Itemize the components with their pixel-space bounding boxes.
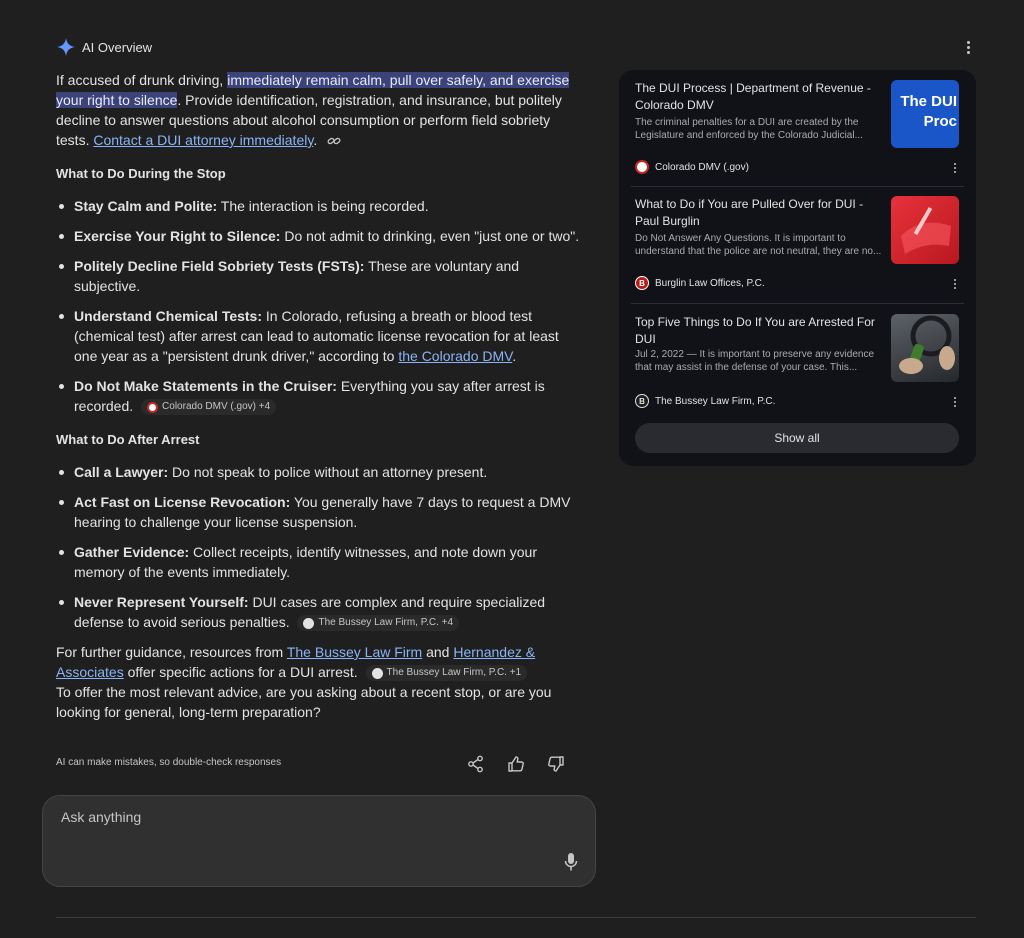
list-item: Understand Chemical Tests: In Colorado, … bbox=[56, 306, 586, 366]
list-item: Stay Calm and Polite: The interaction is… bbox=[56, 196, 586, 216]
list-item: Politely Decline Field Sobriety Tests (F… bbox=[56, 256, 586, 296]
colorado-dmv-favicon-icon bbox=[147, 401, 159, 413]
source-site: B The Bussey Law Firm, P.C. bbox=[635, 394, 775, 408]
show-all-button[interactable]: Show all bbox=[635, 423, 959, 453]
contact-attorney-link[interactable]: Contact a DUI attorney immediately bbox=[93, 132, 313, 148]
source-chip-colorado-dmv[interactable]: Colorado DMV (.gov) +4 bbox=[141, 399, 277, 416]
thumbs-down-icon[interactable] bbox=[546, 754, 566, 774]
ask-box bbox=[42, 795, 596, 887]
colorado-dmv-favicon-icon bbox=[635, 160, 649, 174]
ai-overview-header: AI Overview bbox=[56, 36, 152, 58]
source-thumbnail bbox=[891, 196, 959, 264]
source-more-icon[interactable] bbox=[951, 277, 959, 291]
ai-overview-body: If accused of drunk driving, immediately… bbox=[56, 70, 586, 722]
source-card-burglin[interactable]: What to Do if You are Pulled Over for DU… bbox=[635, 186, 959, 302]
source-snippet: Do Not Answer Any Questions. It is impor… bbox=[635, 233, 882, 257]
source-more-icon[interactable] bbox=[951, 395, 959, 409]
source-site: B Burglin Law Offices, P.C. bbox=[635, 276, 765, 290]
list-item: Do Not Make Statements in the Cruiser: E… bbox=[56, 376, 586, 416]
follow-up-question: To offer the most relevant advice, are y… bbox=[56, 684, 552, 720]
source-card-bussey[interactable]: Top Five Things to Do If You are Arreste… bbox=[635, 304, 959, 420]
source-chip-bussey[interactable]: The Bussey Law Firm, P.C. +4 bbox=[297, 615, 460, 632]
link-icon[interactable] bbox=[327, 135, 341, 147]
during-stop-heading: What to Do During the Stop bbox=[56, 166, 226, 181]
bottom-divider bbox=[56, 917, 976, 918]
ask-input[interactable] bbox=[59, 808, 543, 826]
thumbs-up-icon[interactable] bbox=[506, 754, 526, 774]
bussey-law-firm-link[interactable]: The Bussey Law Firm bbox=[287, 644, 422, 660]
microphone-icon[interactable] bbox=[563, 852, 579, 872]
sources-panel: The DUI Process | Department of Revenue … bbox=[619, 70, 976, 466]
source-chip-bussey-2[interactable]: The Bussey Law Firm, P.C. +1 bbox=[365, 665, 528, 682]
source-title: Top Five Things to Do If You are Arreste… bbox=[635, 315, 875, 346]
colorado-dmv-link[interactable]: the Colorado DMV bbox=[398, 348, 512, 364]
source-more-icon[interactable] bbox=[951, 161, 959, 175]
disclaimer-text: AI can make mistakes, so double-check re… bbox=[56, 757, 282, 768]
ai-overview-title: AI Overview bbox=[82, 39, 153, 55]
burglin-favicon-icon: B bbox=[635, 276, 649, 290]
intro-paragraph: If accused of drunk driving, immediately… bbox=[56, 72, 570, 148]
share-icon[interactable] bbox=[466, 754, 486, 774]
bussey-favicon-icon bbox=[303, 617, 315, 629]
source-site: Colorado DMV (.gov) bbox=[635, 160, 749, 174]
guidance-paragraph: For further guidance, resources from The… bbox=[56, 644, 536, 682]
source-card-colorado-dmv[interactable]: The DUI Process | Department of Revenue … bbox=[635, 70, 959, 186]
source-title: What to Do if You are Pulled Over for DU… bbox=[635, 197, 864, 228]
list-item: Gather Evidence: Collect receipts, ident… bbox=[56, 542, 586, 582]
source-snippet: The criminal penalties for a DUI are cre… bbox=[635, 117, 863, 141]
more-options-icon[interactable] bbox=[961, 39, 975, 55]
bussey-favicon-icon bbox=[371, 667, 383, 679]
list-item: Call a Lawyer: Do not speak to police wi… bbox=[56, 462, 586, 482]
during-stop-list: Stay Calm and Polite: The interaction is… bbox=[56, 196, 586, 416]
after-arrest-heading: What to Do After Arrest bbox=[56, 432, 200, 447]
list-item: Never Represent Yourself: DUI cases are … bbox=[56, 592, 586, 632]
list-item: Exercise Your Right to Silence: Do not a… bbox=[56, 226, 586, 246]
bussey-favicon-icon: B bbox=[635, 394, 649, 408]
source-thumbnail bbox=[891, 314, 959, 382]
source-snippet: Jul 2, 2022 — It is important to preserv… bbox=[635, 349, 875, 373]
source-thumbnail: The DUI Proc bbox=[891, 80, 959, 148]
sparkle-icon bbox=[57, 38, 75, 56]
source-title: The DUI Process | Department of Revenue … bbox=[635, 81, 871, 112]
after-arrest-list: Call a Lawyer: Do not speak to police wi… bbox=[56, 462, 586, 632]
list-item: Act Fast on License Revocation: You gene… bbox=[56, 492, 586, 532]
